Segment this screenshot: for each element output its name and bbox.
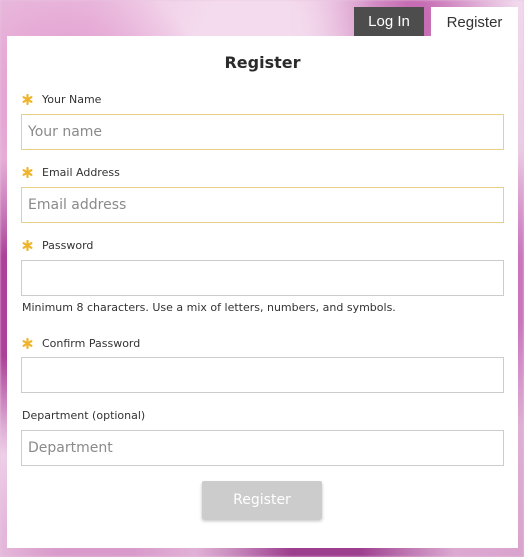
password-label: Password <box>42 239 94 252</box>
tab-log-in[interactable]: Log In <box>354 7 424 36</box>
name-input[interactable] <box>21 114 504 150</box>
department-label-row: Department (optional) <box>22 409 145 422</box>
register-form: Register Your Name Ema <box>7 36 518 548</box>
confirm-password-input[interactable] <box>21 357 504 393</box>
email-label-row: Email Address <box>22 166 120 179</box>
department-label: Department (optional) <box>22 409 146 422</box>
register-submit-button[interactable]: Register <box>202 481 322 519</box>
asterisk-icon <box>22 167 33 178</box>
password-input[interactable] <box>21 260 504 296</box>
name-label: Your Name <box>42 93 102 106</box>
tab-register[interactable]: Register <box>431 7 518 37</box>
password-hint: Minimum 8 characters. Use a mix of lette… <box>22 301 396 314</box>
email-label: Email Address <box>42 166 120 179</box>
department-input[interactable] <box>21 430 504 466</box>
confirm-password-label: Confirm Password <box>42 337 141 350</box>
confirm-password-label-row: Confirm Password <box>22 337 140 350</box>
password-label-row: Password <box>22 239 93 252</box>
asterisk-icon <box>22 338 33 349</box>
asterisk-icon <box>22 94 33 105</box>
form-title: Register <box>224 53 301 72</box>
email-input[interactable] <box>21 187 504 223</box>
name-label-row: Your Name <box>22 93 101 106</box>
asterisk-icon <box>22 240 33 251</box>
